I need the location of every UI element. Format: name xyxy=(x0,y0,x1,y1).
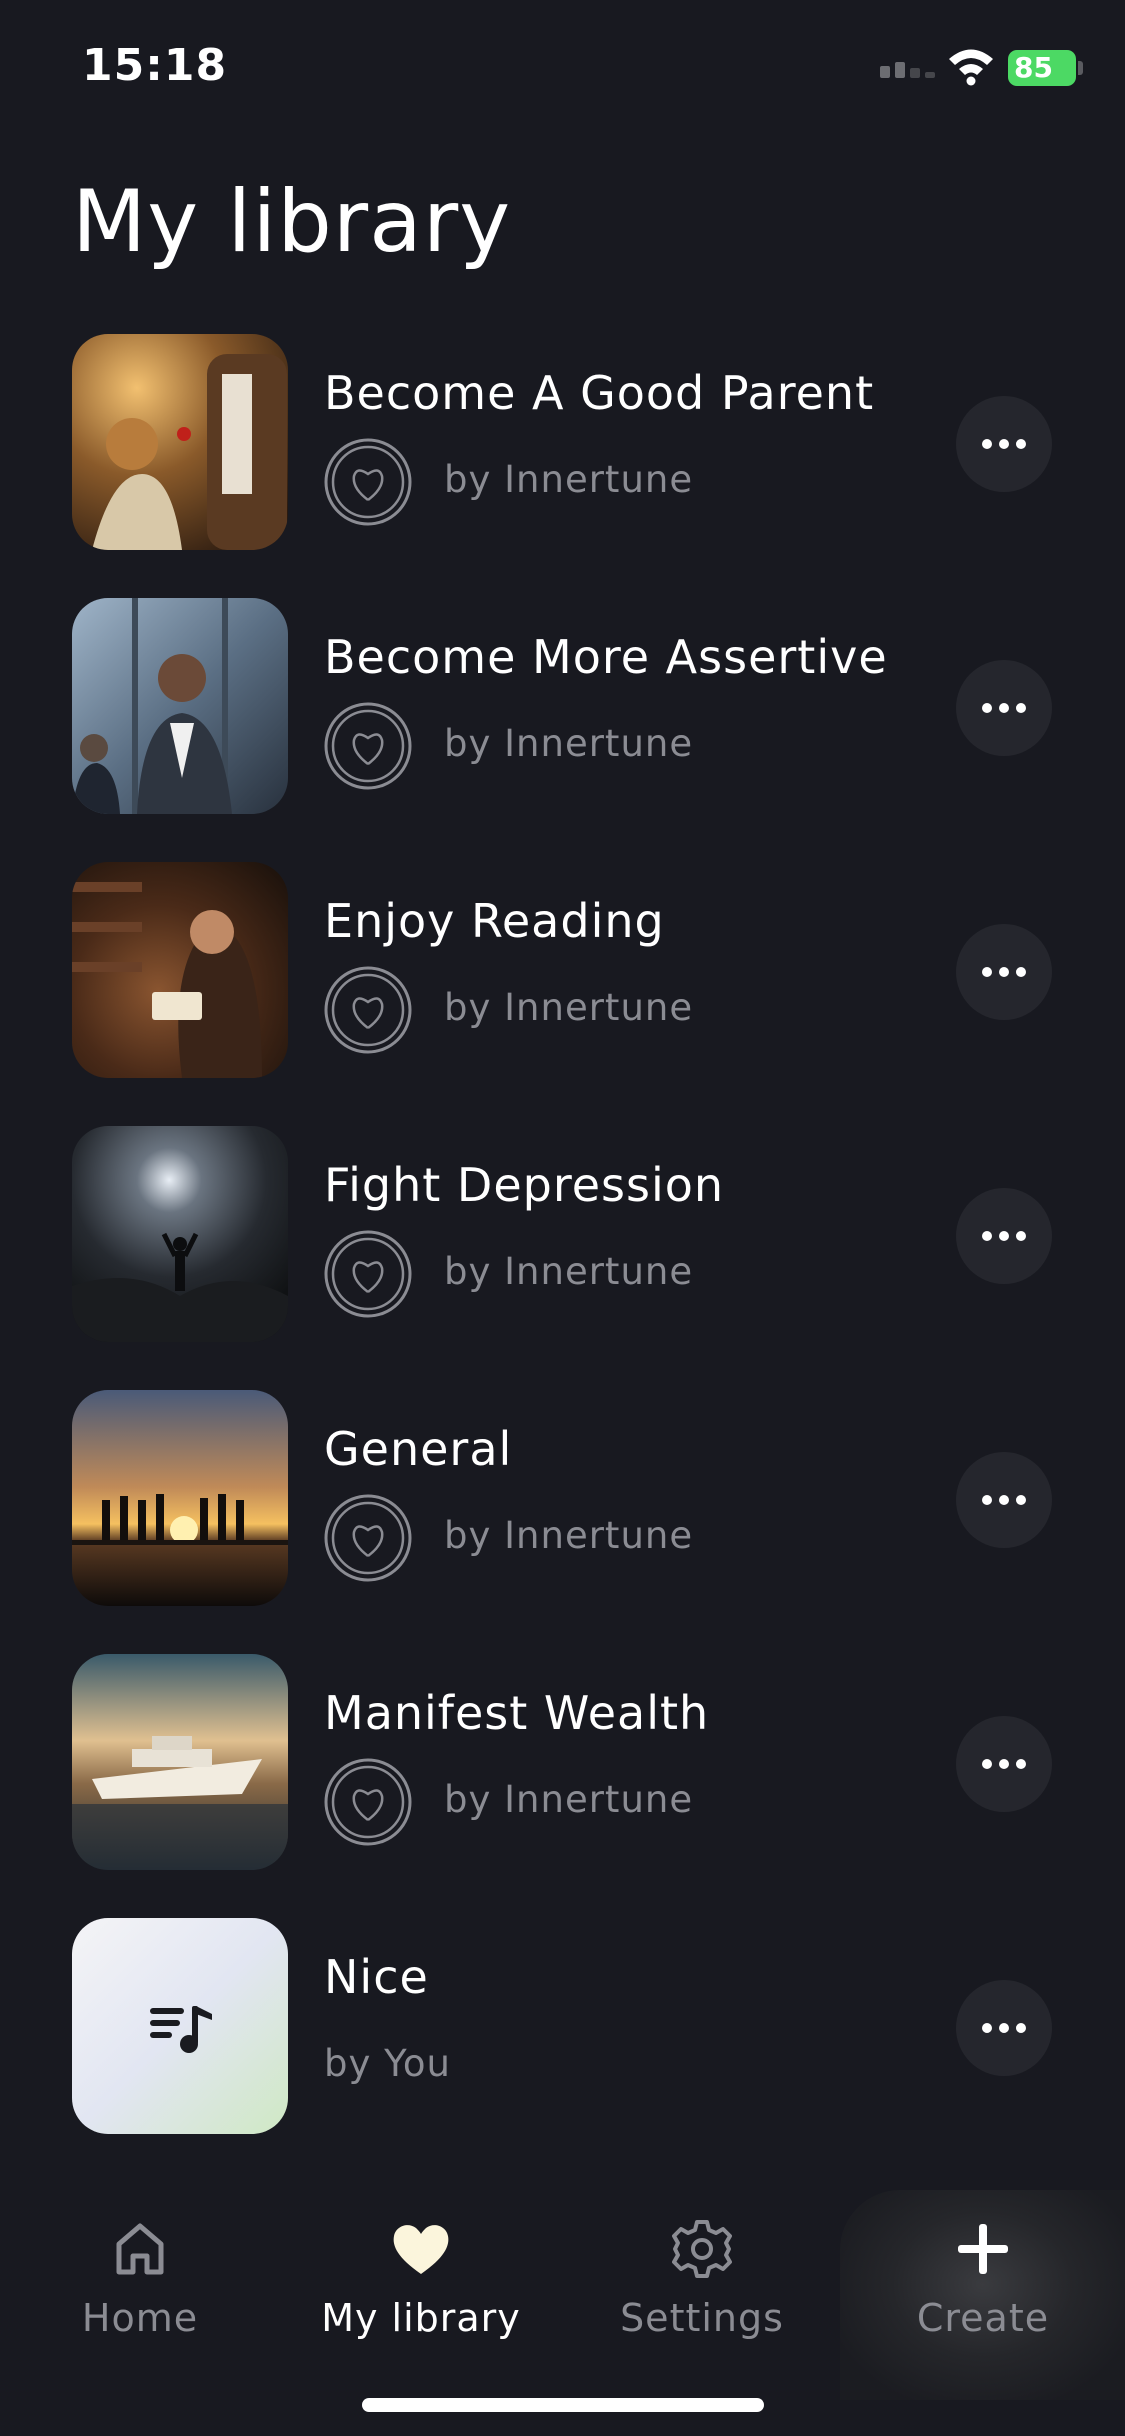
item-author: by Innertune xyxy=(444,1514,694,1557)
battery-tip xyxy=(1078,61,1083,75)
dot xyxy=(999,439,1009,449)
dot xyxy=(982,1231,992,1241)
tab-label: My library xyxy=(321,2296,521,2340)
list-item[interactable]: Nice by You xyxy=(0,1918,1125,2138)
cover-image xyxy=(72,598,288,814)
dot xyxy=(1016,1495,1026,1505)
tab-label: Home xyxy=(81,2296,199,2340)
dot xyxy=(1016,967,1026,977)
item-author: by Innertune xyxy=(444,986,694,1029)
page-title: My library xyxy=(72,172,512,272)
innertune-logo-icon xyxy=(324,1758,412,1846)
innertune-logo-icon xyxy=(324,702,412,790)
item-title: Enjoy Reading xyxy=(324,894,665,948)
status-bar: 15:18 85 xyxy=(0,0,1125,140)
item-title: Nice xyxy=(324,1950,429,2004)
list-item[interactable]: Manifest Wealth by Innertune xyxy=(0,1654,1125,1874)
more-options-button[interactable] xyxy=(956,1188,1052,1284)
tab-create[interactable]: Create xyxy=(853,2216,1113,2356)
more-options-button[interactable] xyxy=(956,924,1052,1020)
tab-settings[interactable]: Settings xyxy=(572,2216,832,2356)
list-item[interactable]: Become More Assertive by Innertune xyxy=(0,598,1125,818)
dot xyxy=(1016,1231,1026,1241)
cover-image xyxy=(72,862,288,1078)
more-options-button[interactable] xyxy=(956,1980,1052,2076)
list-item[interactable]: Fight Depression by Innertune xyxy=(0,1126,1125,1346)
more-options-button[interactable] xyxy=(956,1452,1052,1548)
dot xyxy=(999,1759,1009,1769)
home-indicator xyxy=(362,2398,764,2412)
innertune-logo-icon xyxy=(324,1230,412,1318)
dot xyxy=(999,1495,1009,1505)
item-author: by Innertune xyxy=(444,1250,694,1293)
more-options-button[interactable] xyxy=(956,660,1052,756)
battery-level: 85 xyxy=(1014,51,1053,84)
list-item[interactable]: Enjoy Reading by Innertune xyxy=(0,862,1125,1082)
innertune-logo-icon xyxy=(324,438,412,526)
tab-label: Create xyxy=(916,2296,1050,2340)
dot xyxy=(982,1495,992,1505)
cover-image xyxy=(72,334,288,550)
plus-icon xyxy=(958,2224,1008,2274)
dot xyxy=(982,2023,992,2033)
dot xyxy=(1016,703,1026,713)
tab-label: Settings xyxy=(620,2296,784,2340)
item-title: Manifest Wealth xyxy=(324,1686,710,1740)
heart-icon xyxy=(393,2225,449,2274)
item-title: Become More Assertive xyxy=(324,630,888,684)
list-item[interactable]: General by Innertune xyxy=(0,1390,1125,1610)
dot xyxy=(1016,2023,1026,2033)
cover-image xyxy=(72,1126,288,1342)
item-title: Fight Depression xyxy=(324,1158,725,1212)
cover-image xyxy=(72,1654,288,1870)
cellular-signal-icon xyxy=(880,62,935,78)
wifi-icon xyxy=(949,49,993,86)
dot xyxy=(999,1231,1009,1241)
dot xyxy=(982,703,992,713)
item-author: by Innertune xyxy=(444,722,694,765)
dot xyxy=(999,703,1009,713)
tab-home[interactable]: Home xyxy=(10,2216,270,2356)
innertune-logo-icon xyxy=(324,1494,412,1582)
list-item[interactable]: Become A Good Parent by Innertune xyxy=(0,334,1125,554)
item-title: General xyxy=(324,1422,513,1476)
innertune-logo-icon xyxy=(324,966,412,1054)
dot xyxy=(982,439,992,449)
item-author: by Innertune xyxy=(444,1778,694,1821)
battery-indicator: 85 xyxy=(1008,50,1076,86)
cover-image xyxy=(72,1918,288,2134)
more-options-button[interactable] xyxy=(956,396,1052,492)
tab-my-library[interactable]: My library xyxy=(291,2216,551,2356)
item-title: Become A Good Parent xyxy=(324,366,875,420)
dot xyxy=(1016,1759,1026,1769)
item-author: by Innertune xyxy=(444,458,694,501)
status-time: 15:18 xyxy=(82,40,228,91)
dot xyxy=(999,967,1009,977)
dot xyxy=(1016,439,1026,449)
more-options-button[interactable] xyxy=(956,1716,1052,1812)
item-author: by You xyxy=(324,2042,451,2085)
dot xyxy=(982,967,992,977)
dot xyxy=(999,2023,1009,2033)
dot xyxy=(982,1759,992,1769)
gear-icon xyxy=(672,2220,732,2278)
home-icon xyxy=(116,2223,164,2275)
cover-image xyxy=(72,1390,288,1606)
